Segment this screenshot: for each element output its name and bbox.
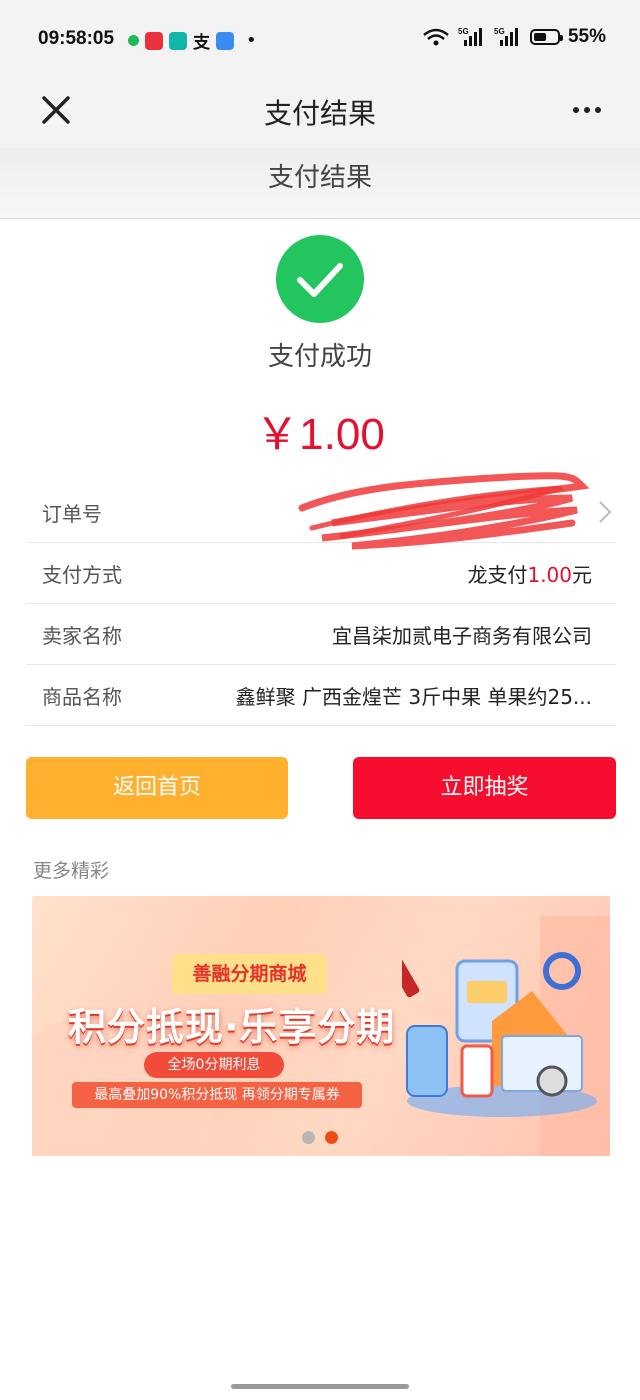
status-time: 09:58:05: [38, 28, 115, 49]
banner-pill: 全场0分期利息: [144, 1052, 284, 1078]
seller-label: 卖家名称: [42, 623, 122, 648]
return-home-button[interactable]: 返回首页: [26, 757, 288, 819]
payment-method-name: 龙支付: [467, 562, 528, 587]
status-notification-icons: 支 •: [128, 28, 257, 53]
product-row: 商品名称 鑫鲜聚 广西金煌芒 3斤中果 单果约25...: [26, 665, 616, 726]
payment-status-text: 支付成功: [267, 342, 372, 372]
shopping-products-illustration: [402, 952, 597, 1117]
payment-amount: ￥1.00: [255, 410, 385, 459]
battery-icon: [529, 29, 563, 45]
seller-row: 卖家名称 宜昌柒加贰电子商务有限公司: [26, 604, 616, 665]
signal-2-label: 5G: [494, 27, 505, 36]
app-notification-icon: [145, 31, 163, 50]
payment-method-unit: 元: [572, 562, 592, 587]
seller-value: 宜昌柒加贰电子商务有限公司: [332, 623, 592, 648]
redaction-scribble: [298, 472, 590, 550]
more-section-title: 更多精彩: [33, 860, 110, 882]
product-value: 鑫鲜聚 广西金煌芒 3斤中果 单果约25...: [235, 684, 592, 709]
more-notifications-dot: •: [246, 30, 257, 51]
battery-level: [533, 33, 547, 41]
nav-bar: 支付结果: [0, 80, 640, 148]
wifi-icon: [423, 28, 449, 46]
order-number-row[interactable]: 订单号: [26, 472, 616, 550]
status-bar: 09:58:05 支 • 5G 5G 55%: [0, 0, 640, 80]
banner-strip: 最高叠加90%积分抵现 再领分期专属券: [72, 1082, 362, 1108]
payment-method-label: 支付方式: [42, 562, 122, 587]
carousel-indicator: [302, 1131, 338, 1144]
nav-title: 支付结果: [263, 97, 376, 130]
wechat-notification-icon: [128, 35, 139, 46]
payment-method-amount: 1.00: [527, 562, 572, 587]
order-number-label: 订单号: [42, 501, 102, 526]
status-right: 5G 5G 55%: [422, 26, 606, 48]
promo-banner[interactable]: 善融分期商城 积分抵现·乐享分期 全场0分期利息 最高叠加90%积分抵现 再领分…: [32, 896, 610, 1156]
banner-headline: 积分抵现·乐享分期: [68, 1005, 396, 1049]
page-header: 支付结果: [0, 148, 640, 219]
signal-icon-2: 5G: [494, 27, 518, 46]
lottery-button[interactable]: 立即抽奖: [353, 757, 616, 819]
page-title: 支付结果: [267, 163, 372, 193]
payment-details: 订单号 支付方式 龙支付1.00元 卖家名称 宜昌柒加贰电子商务有限公司 商品名…: [26, 472, 616, 726]
battery-percent: 55%: [567, 26, 606, 47]
weather-notification-icon: [216, 31, 234, 50]
carousel-dot-active[interactable]: [325, 1131, 338, 1144]
banner-tag: 善融分期商城: [172, 954, 327, 994]
success-check-icon: [276, 235, 364, 323]
carousel-dot[interactable]: [302, 1131, 315, 1144]
home-indicator[interactable]: [231, 1384, 409, 1389]
payment-method-value: 龙支付1.00元: [467, 559, 592, 588]
alipay-notification-icon: 支: [193, 33, 210, 53]
signal-icon-1: 5G: [458, 27, 482, 46]
boss-app-notification-icon: [169, 31, 187, 50]
signal-1-label: 5G: [458, 27, 469, 36]
product-label: 商品名称: [42, 684, 122, 709]
chevron-right-icon: [599, 501, 612, 523]
more-options-icon[interactable]: [572, 100, 602, 120]
